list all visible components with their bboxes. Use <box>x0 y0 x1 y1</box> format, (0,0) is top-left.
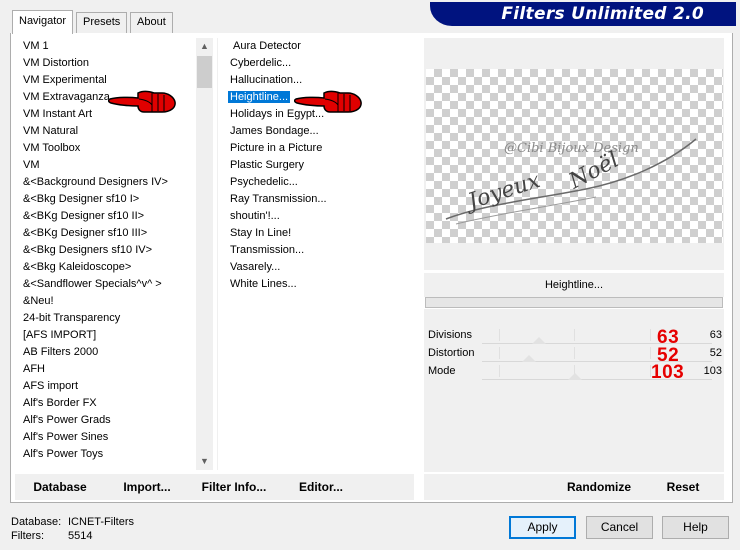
filter-item[interactable]: Psychedelic... <box>227 174 417 191</box>
category-item[interactable]: &<Background Designers IV> <box>20 174 196 191</box>
filter-item[interactable]: Vasarely... <box>227 259 417 276</box>
category-item[interactable]: [AFS IMPORT] <box>20 327 196 344</box>
param-label: Distortion <box>428 347 475 359</box>
category-item[interactable]: AFS import <box>20 378 196 395</box>
tab-navigator[interactable]: Navigator <box>12 10 74 34</box>
category-item[interactable]: VM <box>20 157 196 174</box>
list-divider <box>217 38 218 470</box>
preview-watermark: @Cibi Bijoux Design <box>504 141 639 156</box>
filter-info-button[interactable]: Filter Info... <box>198 476 270 498</box>
param-slider-thumb[interactable] <box>567 373 582 380</box>
database-value: ICNET-Filters <box>68 516 134 528</box>
editor-button[interactable]: Editor... <box>293 476 349 498</box>
category-item[interactable]: AB Filters 2000 <box>20 344 196 361</box>
category-item[interactable]: VM Toolbox <box>20 140 196 157</box>
category-item[interactable]: VM Experimental <box>20 72 196 89</box>
filter-item[interactable]: White Lines... <box>227 276 417 293</box>
category-item[interactable]: AFH <box>20 361 196 378</box>
help-button[interactable]: Help <box>662 516 729 539</box>
scroll-down-arrow-icon[interactable]: ▼ <box>196 453 213 470</box>
filter-item[interactable]: Hallucination... <box>227 72 417 89</box>
category-item[interactable]: VM 1 <box>20 38 196 55</box>
database-label: Database: <box>11 516 62 528</box>
current-filter-name: Heightline... <box>424 273 724 297</box>
title-banner: Filters Unlimited 2.0 <box>430 2 736 26</box>
preview-artwork: @Cibi Bijoux Design Joyeux Noël <box>445 138 697 225</box>
import-button[interactable]: Import... <box>116 476 178 498</box>
filter-item[interactable]: Stay In Line! <box>227 225 417 242</box>
cancel-button[interactable]: Cancel <box>586 516 653 539</box>
tab-presets[interactable]: Presets <box>76 12 128 33</box>
app-title: Filters Unlimited 2.0 <box>501 4 704 24</box>
category-item[interactable]: &<Sandflower Specials^v^ > <box>20 276 196 293</box>
param-slider-thumb[interactable] <box>531 337 546 344</box>
pointing-hand-icon <box>294 90 362 113</box>
database-button[interactable]: Database <box>26 476 94 498</box>
pointing-hand-icon <box>108 90 176 113</box>
category-scrollbar[interactable]: ▲ ▼ <box>196 38 213 470</box>
param-slider-thumb[interactable] <box>521 355 536 362</box>
category-item[interactable]: Alf's Power Sines <box>20 429 196 446</box>
filter-item[interactable]: Plastic Surgery <box>227 157 417 174</box>
category-item[interactable]: Alf's Power Grads <box>20 412 196 429</box>
param-value: 52 <box>709 347 722 359</box>
param-label: Mode <box>428 365 456 377</box>
scroll-up-arrow-icon[interactable]: ▲ <box>196 38 213 55</box>
category-item[interactable]: &Neu! <box>20 293 196 310</box>
param-value: 103 <box>703 365 722 377</box>
annotation-mode: 103 <box>651 362 685 383</box>
progress-bar <box>425 297 723 308</box>
filters-count-label: Filters: <box>11 530 44 542</box>
category-item[interactable]: &<BKg Designer sf10 II> <box>20 208 196 225</box>
category-item[interactable]: &<Bkg Designer sf10 I> <box>20 191 196 208</box>
filter-item[interactable]: Cyberdelic... <box>227 55 417 72</box>
tab-about[interactable]: About <box>130 12 173 33</box>
filter-item[interactable]: Picture in a Picture <box>227 140 417 157</box>
filter-item[interactable]: shoutin'!... <box>227 208 417 225</box>
filter-item[interactable]: Aura Detector <box>227 38 417 55</box>
category-item[interactable]: 24-bit Transparency <box>20 310 196 327</box>
category-item[interactable]: &<Bkg Kaleidoscope> <box>20 259 196 276</box>
preview-image: @Cibi Bijoux Design Joyeux Noël <box>426 69 723 243</box>
filter-item[interactable]: Ray Transmission... <box>227 191 417 208</box>
category-item[interactable]: &<Bkg Designers sf10 IV> <box>20 242 196 259</box>
category-item[interactable]: VM Natural <box>20 123 196 140</box>
reset-button[interactable]: Reset <box>661 476 705 498</box>
apply-button[interactable]: Apply <box>509 516 576 539</box>
filter-item[interactable]: James Bondage... <box>227 123 417 140</box>
scrollbar-thumb[interactable] <box>197 56 212 88</box>
param-value: 63 <box>709 329 722 341</box>
filter-item[interactable]: Transmission... <box>227 242 417 259</box>
category-item[interactable]: Alf's Border FX <box>20 395 196 412</box>
param-label: Divisions <box>428 329 473 341</box>
category-item[interactable]: &<BKg Designer sf10 III> <box>20 225 196 242</box>
selected-filter-label: Heightline... <box>226 90 292 104</box>
filters-count-value: 5514 <box>68 530 93 542</box>
randomize-button[interactable]: Randomize <box>561 476 637 498</box>
category-item[interactable]: VM Distortion <box>20 55 196 72</box>
category-item[interactable]: Alf's Power Toys <box>20 446 196 463</box>
